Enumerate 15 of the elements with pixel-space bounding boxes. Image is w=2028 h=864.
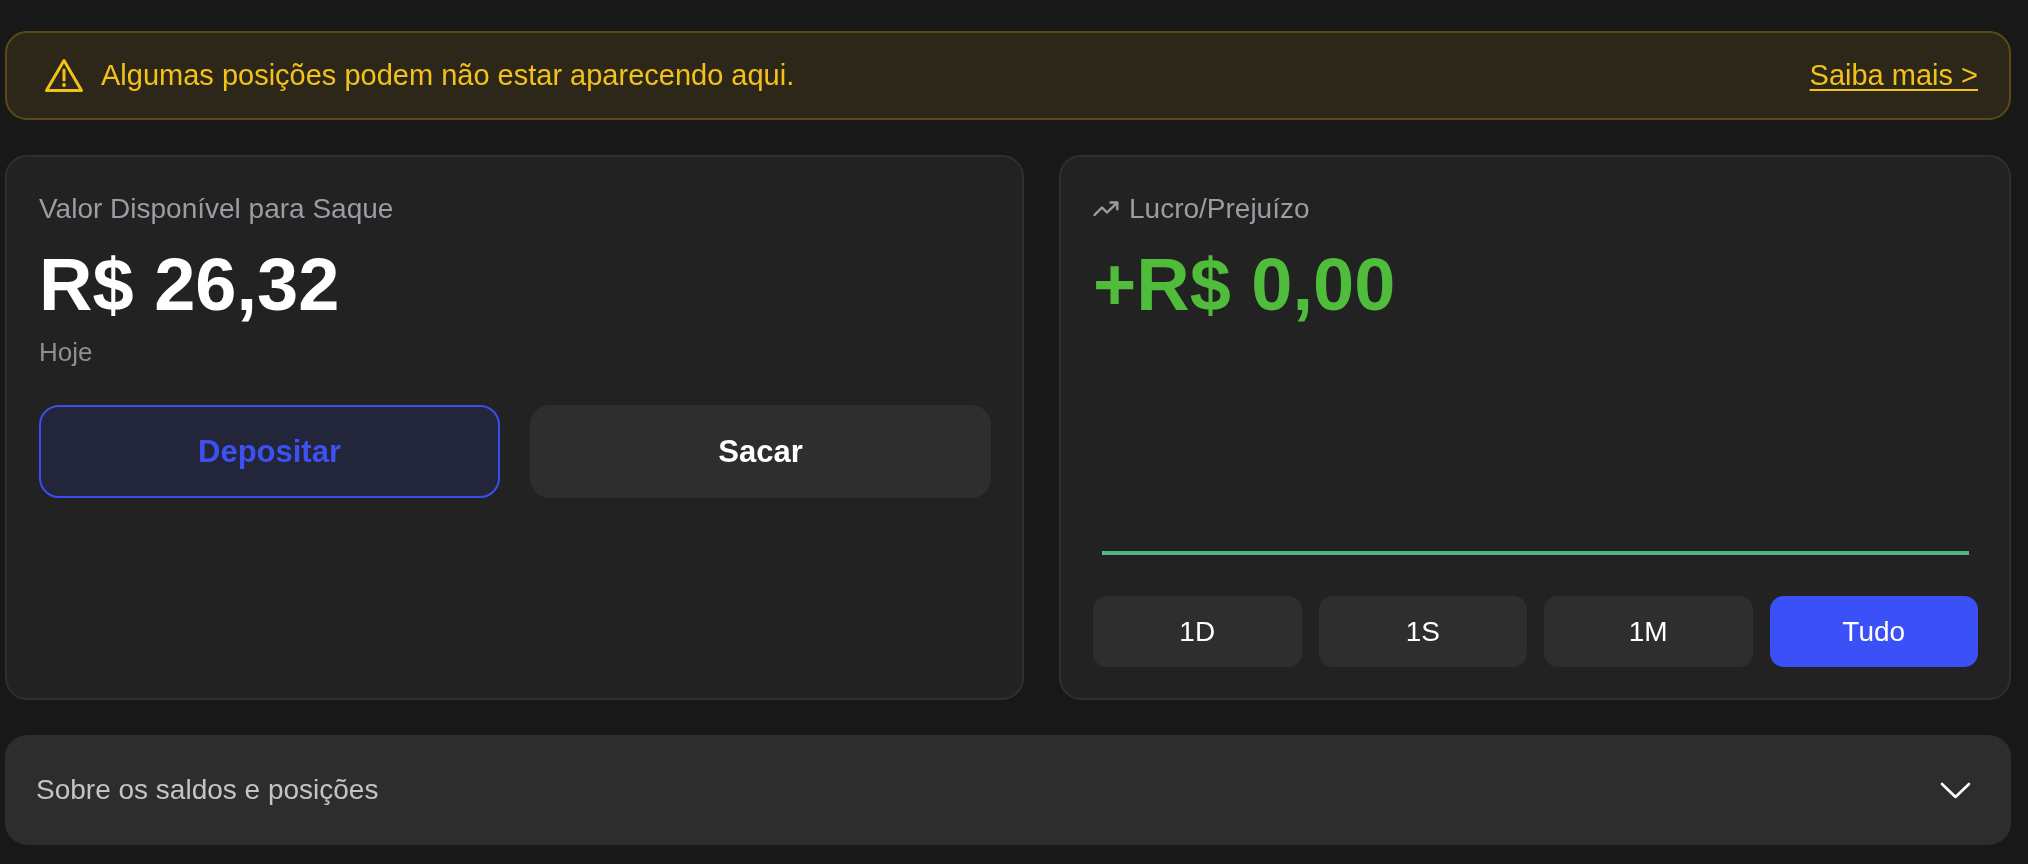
- accordion-header[interactable]: Sobre os saldos e posições: [5, 735, 2011, 845]
- profit-amount: +R$ 0,00: [1093, 245, 1396, 325]
- balance-amount: R$ 26,32: [39, 245, 340, 325]
- period-tab[interactable]: 1M: [1544, 596, 1753, 667]
- period-tab[interactable]: Tudo: [1769, 596, 1978, 667]
- period-label: Hoje: [39, 337, 93, 367]
- balance-label: Valor Disponível para Saque: [39, 193, 394, 225]
- period-tab[interactable]: 1D: [1093, 596, 1302, 667]
- alert-message: Algumas posições podem não estar aparecendo aqui.: [101, 59, 795, 92]
- withdraw-button[interactable]: Sacar: [530, 405, 991, 498]
- learn-more-link[interactable]: Saiba mais >: [1809, 59, 1978, 92]
- period-tab[interactable]: 1S: [1318, 596, 1527, 667]
- warning-icon: [44, 58, 84, 93]
- profit-label: Lucro/Prejuízo: [1129, 193, 1310, 225]
- trending-up-icon: [1093, 201, 1119, 217]
